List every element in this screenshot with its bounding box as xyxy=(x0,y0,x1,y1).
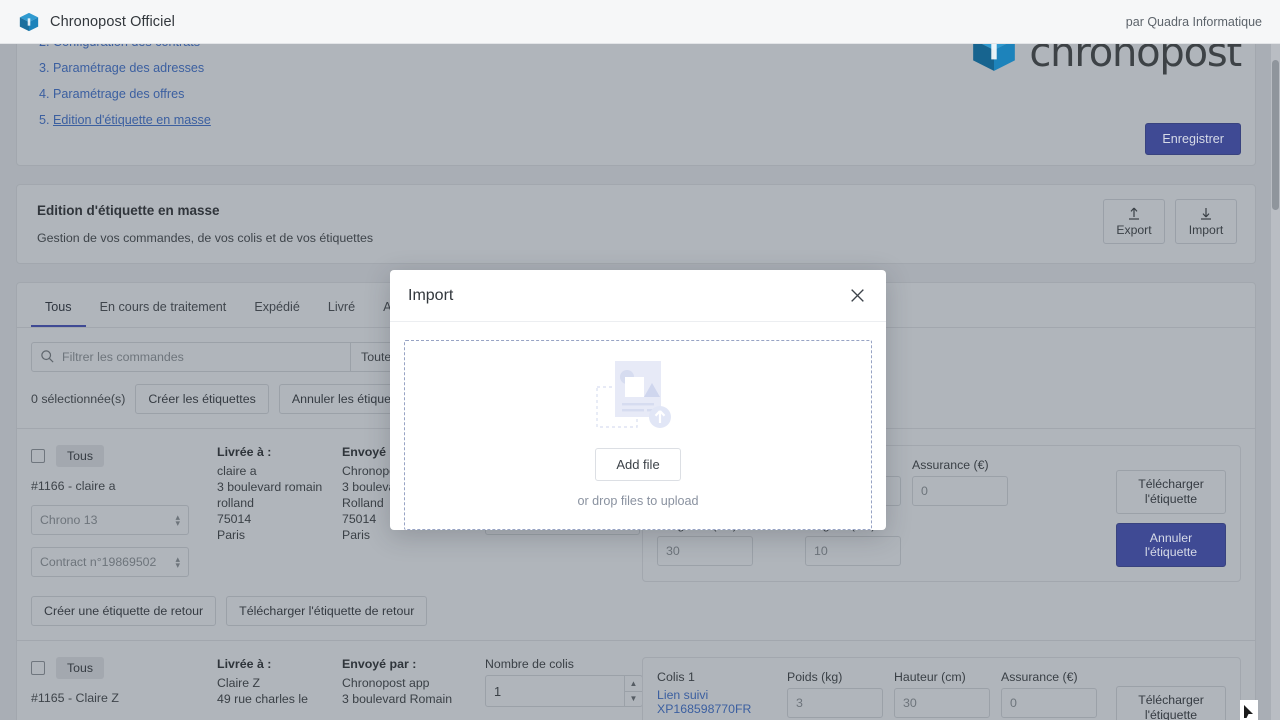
import-modal-title: Import xyxy=(408,286,454,304)
app-header-left: Chronopost Officiel xyxy=(18,11,175,33)
page-title: Chronopost Officiel xyxy=(50,13,175,30)
file-dropzone[interactable]: Add file or drop files to upload xyxy=(404,340,872,530)
drop-files-hint: or drop files to upload xyxy=(577,494,699,508)
app-screen: Chronopost Officiel par Quadra Informati… xyxy=(0,0,1280,720)
file-upload-illustration-icon xyxy=(595,355,681,442)
app-header: Chronopost Officiel par Quadra Informati… xyxy=(0,0,1280,44)
add-file-button[interactable]: Add file xyxy=(595,448,681,481)
close-icon[interactable] xyxy=(846,285,868,307)
import-modal-body: Add file or drop files to upload xyxy=(390,322,886,530)
vertical-scrollbar-thumb[interactable] xyxy=(1272,60,1279,210)
app-header-credit: par Quadra Informatique xyxy=(1125,14,1262,29)
import-modal: Import Add file or drop files to upload xyxy=(390,270,886,530)
import-modal-header: Import xyxy=(390,270,886,322)
cube-icon xyxy=(18,11,40,33)
